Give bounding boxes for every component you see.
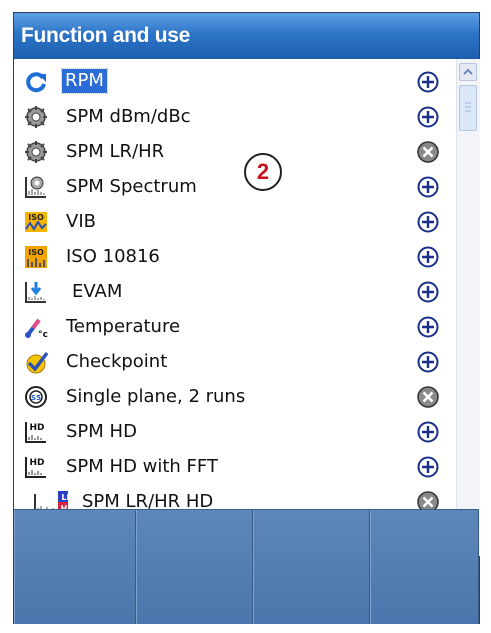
- svg-text:ISO: ISO: [28, 213, 44, 222]
- gear-sensor-icon: [24, 105, 48, 129]
- function-row[interactable]: SPM Spectrum: [14, 168, 456, 205]
- function-row[interactable]: ISO ISO 10816: [14, 238, 456, 275]
- function-row[interactable]: ISO VIB: [14, 203, 456, 240]
- thermometer-icon: °c: [24, 315, 48, 340]
- remove-function-icon[interactable]: [417, 141, 439, 163]
- evam-icon: [24, 280, 48, 304]
- softkey-3[interactable]: [253, 510, 370, 624]
- function-label: SPM HD: [66, 421, 137, 442]
- svg-text:ISO: ISO: [28, 248, 44, 257]
- callout-number: 2: [244, 153, 282, 191]
- function-label: SPM HD with FFT: [66, 456, 218, 477]
- function-row[interactable]: HD SPM HD with FFT: [14, 448, 456, 485]
- add-function-icon[interactable]: [417, 211, 439, 233]
- function-label: Checkpoint: [66, 351, 168, 372]
- spectrum-icon: [24, 175, 48, 199]
- softkey-bar: [14, 509, 479, 624]
- function-label: SPM LR/HR: [66, 141, 165, 162]
- function-row[interactable]: SPM LR/HR: [14, 133, 456, 170]
- add-function-icon[interactable]: [417, 106, 439, 128]
- add-function-icon[interactable]: [417, 176, 439, 198]
- function-label: Temperature: [66, 316, 181, 337]
- iso-chart-icon: ISO: [24, 245, 48, 269]
- scroll-thumb[interactable]: [459, 85, 477, 131]
- add-function-icon[interactable]: [417, 316, 439, 338]
- vertical-scrollbar[interactable]: [456, 59, 480, 556]
- function-label: SPM Spectrum: [66, 176, 197, 197]
- add-function-icon[interactable]: [417, 281, 439, 303]
- function-row[interactable]: Checkpoint: [14, 343, 456, 380]
- balancing-icon: S5: [24, 385, 48, 409]
- function-label: RPM: [61, 68, 108, 94]
- checkpoint-icon: [24, 350, 49, 374]
- function-and-use-window: Function and use RPM SPM dBm/dBc SPM LR/HR…: [13, 12, 480, 624]
- function-row[interactable]: RPM: [14, 63, 456, 100]
- gear-sensor-icon: [24, 140, 48, 164]
- svg-text:HD: HD: [29, 423, 44, 433]
- scroll-up-button[interactable]: [459, 63, 477, 81]
- add-function-icon[interactable]: [417, 456, 439, 478]
- function-label: ISO 10816: [66, 246, 160, 267]
- function-label: VIB: [66, 211, 96, 232]
- svg-text:S5: S5: [31, 394, 41, 402]
- add-function-icon[interactable]: [417, 351, 439, 373]
- softkey-4[interactable]: [370, 510, 479, 624]
- function-list: RPM SPM dBm/dBc SPM LR/HR SPM Spectrum ISO VI…: [14, 59, 456, 556]
- function-row[interactable]: S5 Single plane, 2 runs: [14, 378, 456, 415]
- softkey-1[interactable]: [14, 510, 136, 624]
- grip-icon: [465, 102, 471, 112]
- window-title: Function and use: [21, 24, 191, 47]
- function-row[interactable]: °c Temperature: [14, 308, 456, 345]
- add-function-icon[interactable]: [417, 71, 439, 93]
- hd-chart-icon: HD: [24, 455, 48, 479]
- svg-text:°c: °c: [38, 330, 48, 339]
- remove-function-icon[interactable]: [417, 386, 439, 408]
- function-label: EVAM: [72, 281, 123, 302]
- hd-chart-icon: HD: [24, 420, 48, 444]
- title-bar: Function and use: [14, 13, 479, 59]
- add-function-icon[interactable]: [417, 246, 439, 268]
- refresh-icon: [24, 70, 48, 94]
- function-row[interactable]: EVAM: [14, 273, 456, 310]
- vib-iso-icon: ISO: [24, 210, 48, 234]
- chevron-up-icon: [463, 68, 473, 75]
- function-row[interactable]: SPM dBm/dBc: [14, 98, 456, 135]
- function-label: Single plane, 2 runs: [66, 386, 246, 407]
- function-label: SPM dBm/dBc: [66, 106, 191, 127]
- softkey-2[interactable]: [136, 510, 253, 624]
- function-row[interactable]: HD SPM HD: [14, 413, 456, 450]
- svg-text:LR: LR: [61, 493, 68, 502]
- svg-text:HD: HD: [29, 458, 44, 468]
- add-function-icon[interactable]: [417, 421, 439, 443]
